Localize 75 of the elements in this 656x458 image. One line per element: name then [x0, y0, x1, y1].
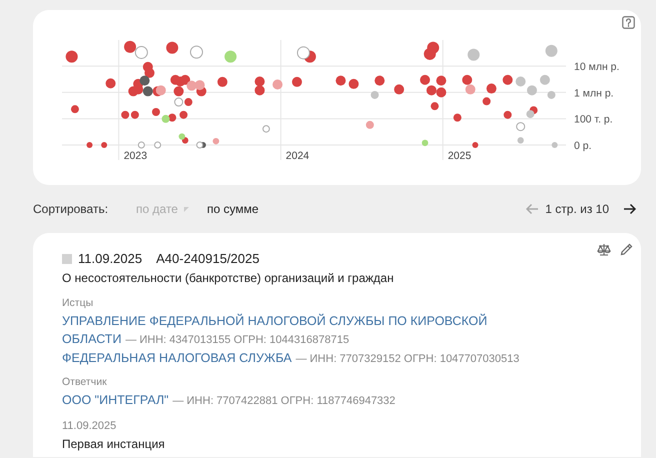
arrow-right-icon[interactable]: [623, 203, 637, 215]
data-point[interactable]: [194, 80, 205, 90]
data-point[interactable]: [465, 84, 476, 94]
data-point[interactable]: [336, 76, 346, 86]
axis-label: 0 р.: [574, 140, 592, 152]
data-point[interactable]: [504, 110, 512, 119]
section-label: Ответчик: [62, 375, 108, 389]
data-point[interactable]: [184, 98, 192, 106]
data-point[interactable]: [254, 85, 265, 96]
data-point[interactable]: [142, 86, 153, 96]
data-point[interactable]: [486, 84, 496, 94]
data-point[interactable]: [166, 42, 178, 54]
party-entry[interactable]: УПРАВЛЕНИЕ ФЕДЕРАЛЬНОЙ НАЛОГОВОЙ СЛУЖБЫ ПО КИРОВСКОЙ ОБЛАСТИ — ИНН: 4347013155 ОГРН: 1044316878715: [62, 312, 532, 349]
data-point[interactable]: [162, 114, 170, 123]
case-number[interactable]: А40-240915/2025: [156, 249, 260, 269]
help-icon[interactable]: [622, 16, 635, 29]
data-point[interactable]: [66, 50, 78, 63]
axis-label: 100 т. р.: [574, 114, 613, 126]
stage-date: 11.09.2025: [62, 419, 118, 433]
data-point[interactable]: [196, 142, 204, 148]
page-indicator: 1 стр. из 10: [545, 201, 609, 218]
axis-label: 2025: [448, 150, 472, 162]
caret-icon: [184, 206, 189, 212]
stage-name: Первая инстанция: [62, 436, 166, 452]
data-point[interactable]: [426, 85, 436, 96]
status-square-icon: [62, 254, 72, 264]
data-point[interactable]: [130, 110, 139, 119]
axis-label: 10 млн р.: [574, 61, 620, 74]
pencil-icon[interactable]: [620, 243, 633, 256]
data-point[interactable]: [462, 74, 472, 85]
data-point[interactable]: [156, 85, 166, 96]
data-point[interactable]: [174, 86, 184, 96]
data-point[interactable]: [436, 76, 446, 86]
data-point[interactable]: [292, 76, 302, 87]
axis-label: 2023: [124, 150, 148, 162]
data-point[interactable]: [101, 142, 108, 148]
case-date: 11.09.2025: [78, 250, 142, 268]
data-point[interactable]: [124, 40, 136, 53]
data-point[interactable]: [180, 110, 188, 119]
data-point[interactable]: [217, 76, 228, 87]
data-point[interactable]: [86, 142, 93, 148]
party-entry[interactable]: ФЕДЕРАЛЬНАЯ НАЛОГОВАЯ СЛУЖБА — ИНН: 7707329152 ОГРН: 1047707030513: [62, 349, 532, 368]
data-point[interactable]: [152, 108, 160, 116]
data-point[interactable]: [420, 74, 430, 85]
data-point[interactable]: [106, 78, 116, 88]
data-point[interactable]: [453, 114, 462, 122]
data-point[interactable]: [424, 48, 436, 60]
case-subject: О несостоятельности (банкротстве) организаций и граждан: [62, 270, 395, 286]
data-point[interactable]: [482, 97, 491, 106]
data-point[interactable]: [180, 74, 190, 85]
data-point[interactable]: [70, 105, 79, 114]
scales-icon[interactable]: [597, 243, 611, 256]
data-point[interactable]: [374, 76, 385, 86]
data-point[interactable]: [436, 87, 446, 98]
data-point[interactable]: [502, 74, 513, 85]
data-point[interactable]: [296, 46, 310, 60]
axis-label: 2024: [286, 150, 310, 162]
data-point[interactable]: [178, 133, 186, 140]
data-point[interactable]: [526, 110, 534, 118]
axis-label: 1 млн р.: [574, 87, 614, 100]
party-entry[interactable]: ООО "ИНТЕГРАЛ" — ИНН: 7707422881 ОГРН: 1187746947332: [62, 391, 532, 410]
data-point[interactable]: [254, 76, 265, 86]
data-point[interactable]: [430, 102, 439, 110]
data-point[interactable]: [348, 78, 359, 89]
data-point[interactable]: [134, 46, 148, 59]
section-label: Истцы: [62, 296, 94, 310]
data-point[interactable]: [121, 110, 130, 119]
sort-label: Сортировать:: [33, 201, 108, 218]
data-point[interactable]: [144, 68, 154, 78]
data-point[interactable]: [140, 76, 150, 86]
data-point[interactable]: [186, 80, 197, 91]
sort-option[interactable]: по сумме: [206, 200, 259, 218]
data-point[interactable]: [394, 84, 404, 94]
data-point[interactable]: [472, 142, 478, 148]
data-point[interactable]: [168, 114, 176, 122]
